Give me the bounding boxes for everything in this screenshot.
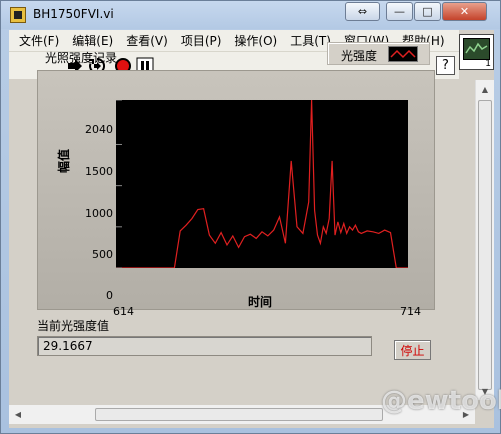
window-title: BH1750FVI.vi	[33, 7, 114, 21]
horizontal-scroll-thumb[interactable]	[95, 408, 383, 421]
minimize-button[interactable]: —	[386, 2, 413, 21]
menu-file[interactable]: 文件(F)	[9, 32, 59, 49]
y-tick-label: 2040	[85, 123, 113, 136]
vi-icon-number: 1	[485, 59, 491, 69]
vertical-scroll-thumb[interactable]	[478, 100, 492, 390]
legend-swatch-icon	[388, 46, 418, 62]
menu-project[interactable]: 项目(P)	[171, 32, 222, 49]
close-button[interactable]: ✕	[442, 2, 487, 21]
x-axis-label: 时间	[248, 295, 273, 309]
light-intensity-value: 29.1667	[37, 336, 372, 356]
restore-button[interactable]: ⇔	[345, 2, 380, 21]
plot-area[interactable]	[116, 100, 408, 268]
y-tick-label: 0	[106, 289, 113, 302]
scroll-up-arrow-icon[interactable]: ▲	[478, 82, 492, 96]
menu-tools[interactable]: 工具(T)	[280, 32, 331, 49]
context-help-button[interactable]: ?	[436, 56, 455, 75]
chart-legend[interactable]: 光强度	[327, 42, 430, 65]
y-tick-label: 1000	[85, 207, 113, 220]
scroll-left-arrow-icon[interactable]: ◀	[11, 407, 25, 421]
title-bar: BH1750FVI.vi ⇔ — □ ✕	[1, 1, 500, 29]
legend-label: 光强度	[341, 49, 378, 63]
chart-title: 光照强度记录	[45, 51, 118, 65]
maximize-button[interactable]: □	[414, 2, 441, 21]
readout-label: 当前光强度值	[37, 319, 110, 333]
labview-app-icon[interactable]	[10, 7, 26, 23]
vertical-scrollbar[interactable]: ▲ ▼	[475, 80, 494, 400]
stop-button[interactable]: 停止	[394, 340, 431, 360]
menu-view[interactable]: 查看(V)	[116, 32, 168, 49]
menu-edit[interactable]: 编辑(E)	[62, 32, 113, 49]
vi-connector-icon[interactable]: 1	[459, 34, 494, 70]
y-axis-label: 幅值	[57, 148, 71, 173]
y-tick-label: 500	[92, 248, 113, 261]
menu-operate[interactable]: 操作(O)	[224, 32, 277, 49]
x-tick-label: 714	[400, 305, 421, 318]
y-tick-label: 1500	[85, 165, 113, 178]
x-tick-label: 614	[113, 305, 134, 318]
light-intensity-trace	[116, 100, 408, 268]
watermark-logo: @ewtool	[381, 386, 501, 416]
window: BH1750FVI.vi ⇔ — □ ✕ 文件(F) 编辑(E) 查看(V) 项…	[0, 0, 501, 434]
vi-graph-icon	[463, 38, 490, 60]
